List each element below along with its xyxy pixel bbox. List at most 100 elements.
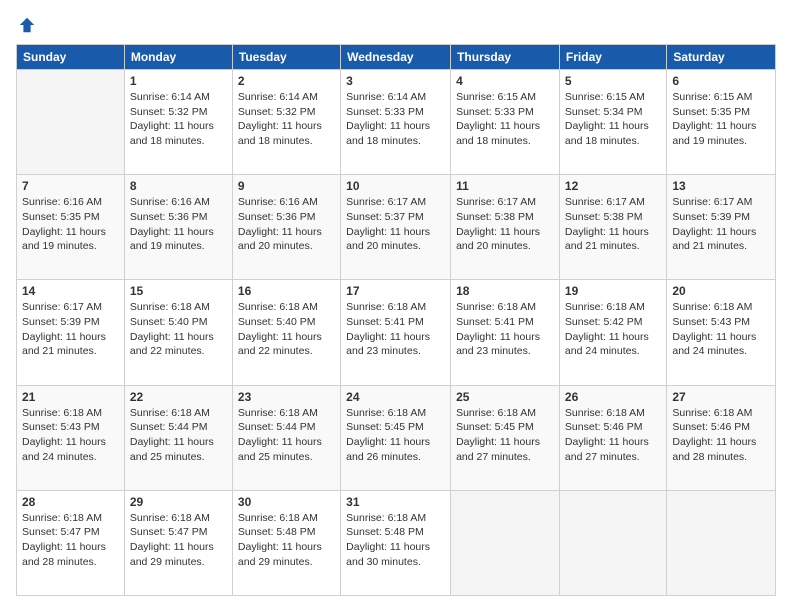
day-number: 5 — [565, 74, 661, 88]
day-info: Sunrise: 6:15 AM Sunset: 5:33 PM Dayligh… — [456, 90, 554, 149]
table-row: 10 Sunrise: 6:17 AM Sunset: 5:37 PM Dayli… — [341, 175, 451, 280]
logo — [16, 16, 36, 34]
day-number: 27 — [672, 390, 770, 404]
table-row: 24 Sunrise: 6:18 AM Sunset: 5:45 PM Dayli… — [341, 385, 451, 490]
day-info: Sunrise: 6:18 AM Sunset: 5:48 PM Dayligh… — [346, 511, 445, 570]
table-row: 7 Sunrise: 6:16 AM Sunset: 5:35 PM Daylig… — [17, 175, 125, 280]
table-row: 25Sunrise: 6:18 AM Sunset: 5:45 PM Dayli… — [451, 385, 560, 490]
day-info: Sunrise: 6:16 AM Sunset: 5:36 PM Dayligh… — [238, 195, 335, 254]
calendar-header-wednesday: Wednesday — [341, 45, 451, 70]
table-row: 30 Sunrise: 6:18 AM Sunset: 5:48 PM Dayli… — [232, 490, 340, 595]
table-row: 1 Sunrise: 6:14 AM Sunset: 5:32 PM Daylig… — [124, 70, 232, 175]
day-number: 24 — [346, 390, 445, 404]
table-row: 2Sunrise: 6:14 AM Sunset: 5:32 PM Daylig… — [232, 70, 340, 175]
day-number: 13 — [672, 179, 770, 193]
page: SundayMondayTuesdayWednesdayThursdayFrid… — [0, 0, 792, 612]
day-number: 19 — [565, 284, 661, 298]
day-number: 21 — [22, 390, 119, 404]
day-number: 3 — [346, 74, 445, 88]
day-number: 8 — [130, 179, 227, 193]
day-info: Sunrise: 6:17 AM Sunset: 5:39 PM Dayligh… — [22, 300, 119, 359]
table-row: 9 Sunrise: 6:16 AM Sunset: 5:36 PM Daylig… — [232, 175, 340, 280]
day-number: 2 — [238, 74, 335, 88]
day-number: 6 — [672, 74, 770, 88]
calendar-header-friday: Friday — [559, 45, 666, 70]
day-info: Sunrise: 6:18 AM Sunset: 5:44 PM Dayligh… — [130, 406, 227, 465]
table-row — [17, 70, 125, 175]
day-number: 7 — [22, 179, 119, 193]
day-number: 12 — [565, 179, 661, 193]
table-row: 23 Sunrise: 6:18 AM Sunset: 5:44 PM Dayli… — [232, 385, 340, 490]
table-row: 22 Sunrise: 6:18 AM Sunset: 5:44 PM Dayli… — [124, 385, 232, 490]
day-info: Sunrise: 6:18 AM Sunset: 5:48 PM Dayligh… — [238, 511, 335, 570]
table-row: 26Sunrise: 6:18 AM Sunset: 5:46 PM Dayli… — [559, 385, 666, 490]
table-row: 20 Sunrise: 6:18 AM Sunset: 5:43 PM Dayli… — [667, 280, 776, 385]
day-number: 28 — [22, 495, 119, 509]
calendar-week-row: 21 Sunrise: 6:18 AM Sunset: 5:43 PM Dayli… — [17, 385, 776, 490]
day-number: 23 — [238, 390, 335, 404]
table-row: 12 Sunrise: 6:17 AM Sunset: 5:38 PM Dayli… — [559, 175, 666, 280]
day-info: Sunrise: 6:18 AM Sunset: 5:46 PM Dayligh… — [565, 406, 661, 465]
day-info: Sunrise: 6:15 AM Sunset: 5:35 PM Dayligh… — [672, 90, 770, 149]
table-row: 6 Sunrise: 6:15 AM Sunset: 5:35 PM Daylig… — [667, 70, 776, 175]
day-info: Sunrise: 6:18 AM Sunset: 5:41 PM Dayligh… — [456, 300, 554, 359]
calendar-table: SundayMondayTuesdayWednesdayThursdayFrid… — [16, 44, 776, 596]
day-info: Sunrise: 6:18 AM Sunset: 5:45 PM Dayligh… — [456, 406, 554, 465]
table-row: 16Sunrise: 6:18 AM Sunset: 5:40 PM Dayli… — [232, 280, 340, 385]
day-info: Sunrise: 6:16 AM Sunset: 5:35 PM Dayligh… — [22, 195, 119, 254]
day-number: 18 — [456, 284, 554, 298]
table-row: 27 Sunrise: 6:18 AM Sunset: 5:46 PM Dayli… — [667, 385, 776, 490]
day-info: Sunrise: 6:18 AM Sunset: 5:47 PM Dayligh… — [130, 511, 227, 570]
table-row: 19 Sunrise: 6:18 AM Sunset: 5:42 PM Dayli… — [559, 280, 666, 385]
day-info: Sunrise: 6:18 AM Sunset: 5:42 PM Dayligh… — [565, 300, 661, 359]
calendar-header-row: SundayMondayTuesdayWednesdayThursdayFrid… — [17, 45, 776, 70]
day-info: Sunrise: 6:14 AM Sunset: 5:33 PM Dayligh… — [346, 90, 445, 149]
table-row: 18 Sunrise: 6:18 AM Sunset: 5:41 PM Dayli… — [451, 280, 560, 385]
day-info: Sunrise: 6:17 AM Sunset: 5:37 PM Dayligh… — [346, 195, 445, 254]
day-info: Sunrise: 6:14 AM Sunset: 5:32 PM Dayligh… — [130, 90, 227, 149]
table-row: 8 Sunrise: 6:16 AM Sunset: 5:36 PM Daylig… — [124, 175, 232, 280]
table-row: 15 Sunrise: 6:18 AM Sunset: 5:40 PM Dayli… — [124, 280, 232, 385]
calendar-week-row: 28 Sunrise: 6:18 AM Sunset: 5:47 PM Dayli… — [17, 490, 776, 595]
table-row: 14 Sunrise: 6:17 AM Sunset: 5:39 PM Dayli… — [17, 280, 125, 385]
day-info: Sunrise: 6:18 AM Sunset: 5:43 PM Dayligh… — [22, 406, 119, 465]
day-number: 15 — [130, 284, 227, 298]
calendar-week-row: 1 Sunrise: 6:14 AM Sunset: 5:32 PM Daylig… — [17, 70, 776, 175]
day-info: Sunrise: 6:18 AM Sunset: 5:46 PM Dayligh… — [672, 406, 770, 465]
day-number: 9 — [238, 179, 335, 193]
calendar-header-sunday: Sunday — [17, 45, 125, 70]
day-number: 1 — [130, 74, 227, 88]
header — [16, 16, 776, 34]
day-number: 14 — [22, 284, 119, 298]
day-info: Sunrise: 6:17 AM Sunset: 5:38 PM Dayligh… — [456, 195, 554, 254]
day-info: Sunrise: 6:18 AM Sunset: 5:40 PM Dayligh… — [238, 300, 335, 359]
logo-icon — [18, 16, 36, 34]
table-row: 11Sunrise: 6:17 AM Sunset: 5:38 PM Dayli… — [451, 175, 560, 280]
day-number: 29 — [130, 495, 227, 509]
table-row: 21 Sunrise: 6:18 AM Sunset: 5:43 PM Dayli… — [17, 385, 125, 490]
day-info: Sunrise: 6:16 AM Sunset: 5:36 PM Dayligh… — [130, 195, 227, 254]
calendar-week-row: 7 Sunrise: 6:16 AM Sunset: 5:35 PM Daylig… — [17, 175, 776, 280]
day-number: 22 — [130, 390, 227, 404]
table-row: 3 Sunrise: 6:14 AM Sunset: 5:33 PM Daylig… — [341, 70, 451, 175]
day-number: 10 — [346, 179, 445, 193]
day-number: 4 — [456, 74, 554, 88]
table-row: 28Sunrise: 6:18 AM Sunset: 5:47 PM Dayli… — [17, 490, 125, 595]
table-row: 17 Sunrise: 6:18 AM Sunset: 5:41 PM Dayli… — [341, 280, 451, 385]
table-row: 31Sunrise: 6:18 AM Sunset: 5:48 PM Dayli… — [341, 490, 451, 595]
table-row — [667, 490, 776, 595]
day-info: Sunrise: 6:18 AM Sunset: 5:41 PM Dayligh… — [346, 300, 445, 359]
day-number: 30 — [238, 495, 335, 509]
calendar-header-saturday: Saturday — [667, 45, 776, 70]
day-info: Sunrise: 6:18 AM Sunset: 5:40 PM Dayligh… — [130, 300, 227, 359]
table-row: 4 Sunrise: 6:15 AM Sunset: 5:33 PM Daylig… — [451, 70, 560, 175]
day-info: Sunrise: 6:18 AM Sunset: 5:45 PM Dayligh… — [346, 406, 445, 465]
day-number: 20 — [672, 284, 770, 298]
day-number: 17 — [346, 284, 445, 298]
day-info: Sunrise: 6:18 AM Sunset: 5:43 PM Dayligh… — [672, 300, 770, 359]
day-info: Sunrise: 6:17 AM Sunset: 5:38 PM Dayligh… — [565, 195, 661, 254]
calendar-header-tuesday: Tuesday — [232, 45, 340, 70]
calendar-header-thursday: Thursday — [451, 45, 560, 70]
day-info: Sunrise: 6:17 AM Sunset: 5:39 PM Dayligh… — [672, 195, 770, 254]
day-info: Sunrise: 6:18 AM Sunset: 5:44 PM Dayligh… — [238, 406, 335, 465]
